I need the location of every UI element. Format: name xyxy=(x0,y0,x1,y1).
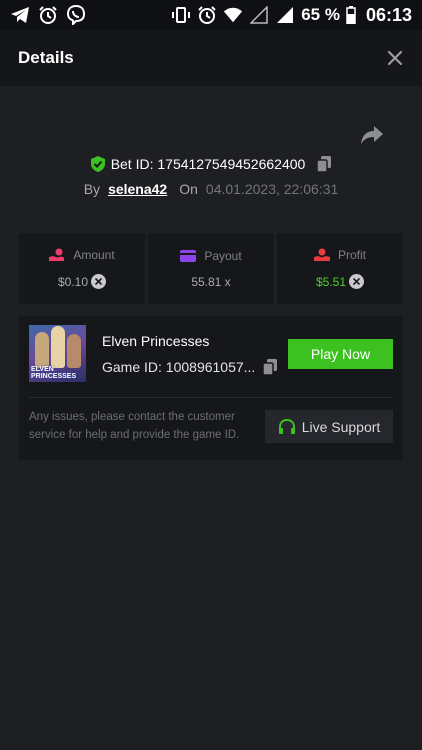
amount-value: $0.10 xyxy=(57,274,89,289)
game-id: Game ID: 1008961057... xyxy=(102,359,256,375)
payout-stat: Payout 55.81 x xyxy=(148,233,274,304)
alarm-icon xyxy=(197,5,217,25)
telegram-icon xyxy=(10,5,30,25)
viber-icon xyxy=(66,5,86,25)
battery-icon xyxy=(346,5,356,25)
thumb-title: ELVEN PRINCESSES xyxy=(31,366,77,380)
divider xyxy=(29,397,393,398)
hand-coin-icon xyxy=(49,248,65,262)
thumb-figure xyxy=(35,332,49,368)
shield-check-icon xyxy=(90,156,105,172)
signal-icon xyxy=(275,5,295,25)
amount-label: Amount xyxy=(73,248,115,262)
vibrate-icon xyxy=(171,5,191,25)
bet-id-row: Bet ID: 1754127549452662400 xyxy=(0,152,422,176)
currency-toggle-button[interactable] xyxy=(91,274,107,289)
thumb-figure xyxy=(67,334,81,368)
copy-game-id-button[interactable] xyxy=(263,359,278,375)
details-header: Details xyxy=(0,30,422,86)
status-right-icons: 65 % 06:13 xyxy=(171,5,412,26)
copy-icon xyxy=(317,156,332,172)
headset-icon xyxy=(278,418,296,435)
share-icon xyxy=(361,126,383,144)
amount-stat: Amount $0.10 xyxy=(19,233,145,304)
close-button[interactable] xyxy=(386,49,404,67)
share-button[interactable] xyxy=(360,124,384,146)
on-label: On xyxy=(179,181,198,197)
profit-stat: Profit $5.51 xyxy=(277,233,403,304)
payout-value: 55.81 x xyxy=(191,274,231,289)
close-icon xyxy=(95,278,103,285)
live-support-label: Live Support xyxy=(301,418,381,435)
wifi-icon xyxy=(223,5,243,25)
bet-id: Bet ID: 1754127549452662400 xyxy=(110,156,306,172)
profit-icon xyxy=(313,248,330,262)
payout-label: Payout xyxy=(204,248,242,263)
close-icon xyxy=(388,51,402,65)
page-title: Details xyxy=(18,48,74,67)
close-icon xyxy=(353,278,361,285)
thumb-figure xyxy=(51,326,65,368)
copy-bet-id-button[interactable] xyxy=(317,156,332,172)
profit-label: Profit xyxy=(337,248,366,262)
support-message: Any issues, please contact the customer … xyxy=(29,411,240,441)
status-left-icons xyxy=(10,5,86,25)
clock: 06:13 xyxy=(365,4,412,25)
bet-date: 04.01.2023, 22:06:31 xyxy=(205,181,339,197)
bet-owner-row: By selena42 On 04.01.2023, 22:06:31 xyxy=(0,178,422,200)
copy-icon xyxy=(263,359,278,375)
signal-empty-icon xyxy=(249,5,269,25)
game-id-row: Game ID: 1008961057... xyxy=(102,359,278,375)
card-icon xyxy=(180,249,197,262)
play-now-button[interactable]: Play Now xyxy=(288,339,393,369)
currency-toggle-button[interactable] xyxy=(349,274,365,289)
game-name: Elven Princesses xyxy=(102,333,210,349)
username-link[interactable]: selena42 xyxy=(108,181,167,197)
profit-value: $5.51 xyxy=(315,274,347,289)
by-label: By xyxy=(83,181,101,197)
bet-stats: Amount $0.10 Payout 55.81 x Profit $5.51 xyxy=(19,233,403,304)
alarm-icon xyxy=(38,5,58,25)
game-thumbnail[interactable]: ELVEN PRINCESSES xyxy=(29,325,86,382)
game-card: ELVEN PRINCESSES Elven Princesses Game I… xyxy=(19,316,403,460)
status-bar: 65 % 06:13 xyxy=(0,0,422,30)
live-support-button[interactable]: Live Support xyxy=(265,410,393,443)
battery-percent: 65 % xyxy=(301,5,340,24)
